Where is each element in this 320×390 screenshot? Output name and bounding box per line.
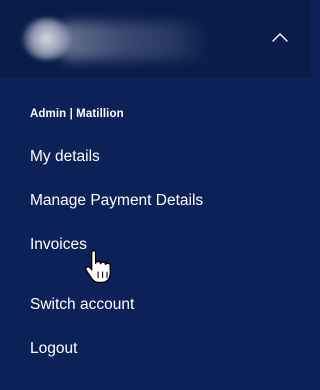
org-label: Admin | Matillion (30, 108, 124, 120)
account-menu-panel: Admin | Matillion My details Manage Paym… (0, 0, 311, 390)
account-name-redacted (60, 22, 210, 60)
menu-item-manage-payment-details[interactable]: Manage Payment Details (30, 192, 203, 210)
account-header[interactable] (0, 0, 311, 79)
hand-pointer-icon (84, 248, 114, 284)
menu-item-logout[interactable]: Logout (30, 340, 77, 358)
menu-item-my-details[interactable]: My details (30, 148, 100, 166)
chevron-up-icon[interactable] (270, 30, 290, 46)
menu-item-invoices[interactable]: Invoices (30, 236, 87, 254)
menu-item-switch-account[interactable]: Switch account (30, 296, 134, 314)
